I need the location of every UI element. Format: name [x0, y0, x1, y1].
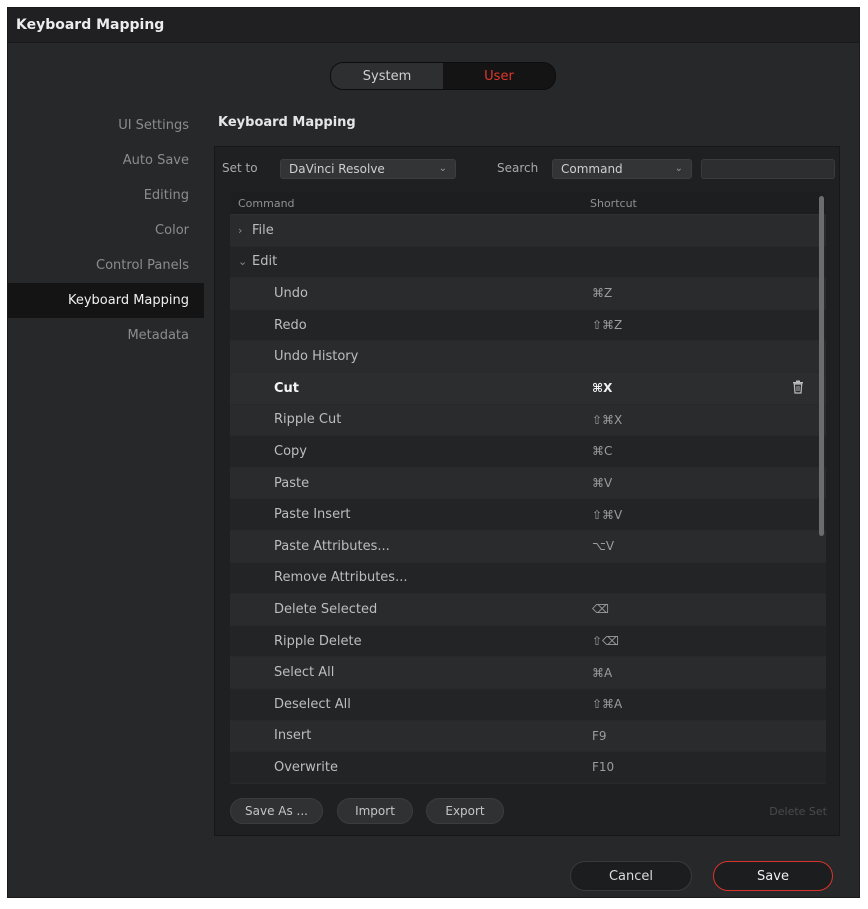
- chevron-right-icon[interactable]: ›: [238, 224, 242, 237]
- system-user-toggle: System User: [330, 62, 556, 90]
- command-cell: Undo: [274, 285, 308, 301]
- export-button[interactable]: Export: [426, 798, 504, 824]
- table-row[interactable]: Deselect All ⇧⌘A: [230, 689, 826, 721]
- table-row[interactable]: Overwrite F10: [230, 752, 826, 784]
- system-tab[interactable]: System: [331, 63, 443, 89]
- shortcut-cell[interactable]: ⌘V: [592, 476, 612, 490]
- set-to-value: DaVinci Resolve: [289, 162, 385, 176]
- user-tab[interactable]: User: [443, 63, 555, 89]
- table-row[interactable]: Undo ⌘Z: [230, 278, 826, 310]
- table-row[interactable]: Paste Attributes... ⌥V: [230, 530, 826, 563]
- shortcut-cell[interactable]: ⌘X: [592, 381, 612, 395]
- table-row[interactable]: Paste Insert ⇧⌘V: [230, 499, 826, 531]
- sidebar-item-control-panels[interactable]: Control Panels: [8, 248, 204, 283]
- table-row[interactable]: Insert F9: [230, 720, 826, 753]
- table-group-row[interactable]: ⌄ Edit: [230, 247, 826, 279]
- table-row[interactable]: Select All ⌘A: [230, 657, 826, 689]
- sidebar-item-metadata[interactable]: Metadata: [8, 318, 204, 353]
- shortcut-cell[interactable]: ⌘A: [592, 666, 612, 680]
- shortcut-cell[interactable]: ⌘Z: [592, 286, 612, 300]
- vertical-scrollbar[interactable]: [819, 196, 824, 536]
- command-cell: Ripple Delete: [274, 633, 362, 649]
- command-cell: Insert: [274, 728, 312, 744]
- trash-icon[interactable]: [792, 380, 804, 394]
- sidebar-item-color[interactable]: Color: [8, 213, 204, 248]
- table-row[interactable]: Undo History: [230, 341, 826, 373]
- command-column-header[interactable]: Command: [238, 197, 295, 210]
- chevron-down-icon: ⌄: [674, 163, 683, 174]
- table-header: Command Shortcut: [230, 192, 826, 215]
- table-body: › File ⌄ Edit Undo ⌘Z Redo ⇧⌘Z Undo History Cut ⌘X…: [230, 215, 826, 784]
- command-cell: Paste: [274, 475, 310, 491]
- sidebar-item-editing[interactable]: Editing: [8, 178, 204, 213]
- command-cell: Paste Insert: [274, 507, 351, 523]
- keyboard-mapping-panel: Set to DaVinci Resolve ⌄ Search Command …: [214, 146, 840, 836]
- command-cell: Deselect All: [274, 696, 351, 712]
- command-cell: Edit: [252, 254, 278, 270]
- cancel-button[interactable]: Cancel: [570, 861, 692, 891]
- import-button[interactable]: Import: [337, 798, 413, 824]
- set-to-dropdown[interactable]: DaVinci Resolve ⌄: [280, 159, 456, 179]
- sidebar-item-ui-settings[interactable]: UI Settings: [8, 108, 204, 143]
- save-as-button[interactable]: Save As ...: [230, 798, 323, 824]
- search-input[interactable]: [701, 159, 835, 179]
- command-cell: File: [252, 222, 274, 238]
- shortcut-cell[interactable]: F10: [592, 760, 614, 774]
- command-cell: Ripple Cut: [274, 412, 342, 428]
- shortcut-cell[interactable]: ⇧⌘X: [592, 413, 622, 427]
- shortcut-column-header[interactable]: Shortcut: [590, 197, 637, 210]
- set-to-label: Set to: [222, 161, 258, 175]
- shortcut-cell[interactable]: ⇧⌘A: [592, 697, 622, 711]
- command-cell: Select All: [274, 665, 335, 681]
- shortcut-table: Command Shortcut › File ⌄ Edit Undo ⌘Z Redo ⇧⌘Z…: [230, 192, 826, 784]
- search-scope-dropdown[interactable]: Command ⌄: [552, 159, 692, 179]
- command-cell: Overwrite: [274, 759, 338, 775]
- search-label: Search: [497, 161, 539, 175]
- chevron-down-icon: ⌄: [438, 163, 447, 174]
- panel-title: Keyboard Mapping: [218, 115, 356, 130]
- table-row[interactable]: Cut ⌘X: [230, 372, 826, 405]
- command-cell: Undo History: [274, 349, 359, 365]
- table-row[interactable]: Ripple Delete ⇧⌫: [230, 626, 826, 658]
- command-cell: Delete Selected: [274, 601, 378, 617]
- keyboard-mapping-window: Keyboard Mapping System User UI Settings…: [7, 7, 860, 898]
- chevron-down-icon[interactable]: ⌄: [238, 255, 247, 268]
- sidebar-item-keyboard-mapping[interactable]: Keyboard Mapping: [8, 283, 204, 318]
- table-row[interactable]: Copy ⌘C: [230, 436, 826, 468]
- table-row[interactable]: Remove Attributes...: [230, 563, 826, 595]
- shortcut-cell[interactable]: ⇧⌘V: [592, 508, 622, 522]
- command-cell: Copy: [274, 443, 307, 459]
- window-title: Keyboard Mapping: [8, 8, 859, 43]
- command-cell: Redo: [274, 317, 307, 333]
- shortcut-cell[interactable]: ⌫: [592, 602, 609, 616]
- shortcut-cell[interactable]: ⌘C: [592, 444, 612, 458]
- table-group-row[interactable]: › File: [230, 215, 826, 247]
- preferences-sidebar: UI Settings Auto Save Editing Color Cont…: [8, 108, 204, 353]
- table-row[interactable]: Delete Selected ⌫: [230, 594, 826, 626]
- table-row[interactable]: Ripple Cut ⇧⌘X: [230, 404, 826, 437]
- shortcut-cell[interactable]: ⇧⌫: [592, 634, 619, 648]
- delete-set-button[interactable]: Delete Set: [769, 805, 827, 818]
- shortcut-cell[interactable]: ⌥V: [592, 539, 614, 553]
- command-cell: Cut: [274, 380, 300, 396]
- table-row[interactable]: Paste ⌘V: [230, 467, 826, 500]
- command-cell: Remove Attributes...: [274, 570, 408, 586]
- command-cell: Paste Attributes...: [274, 538, 390, 554]
- shortcut-cell[interactable]: ⇧⌘Z: [592, 318, 622, 332]
- shortcut-cell[interactable]: F9: [592, 729, 607, 743]
- save-button[interactable]: Save: [713, 861, 833, 891]
- sidebar-item-auto-save[interactable]: Auto Save: [8, 143, 204, 178]
- search-scope-value: Command: [561, 162, 623, 176]
- table-row[interactable]: Redo ⇧⌘Z: [230, 310, 826, 342]
